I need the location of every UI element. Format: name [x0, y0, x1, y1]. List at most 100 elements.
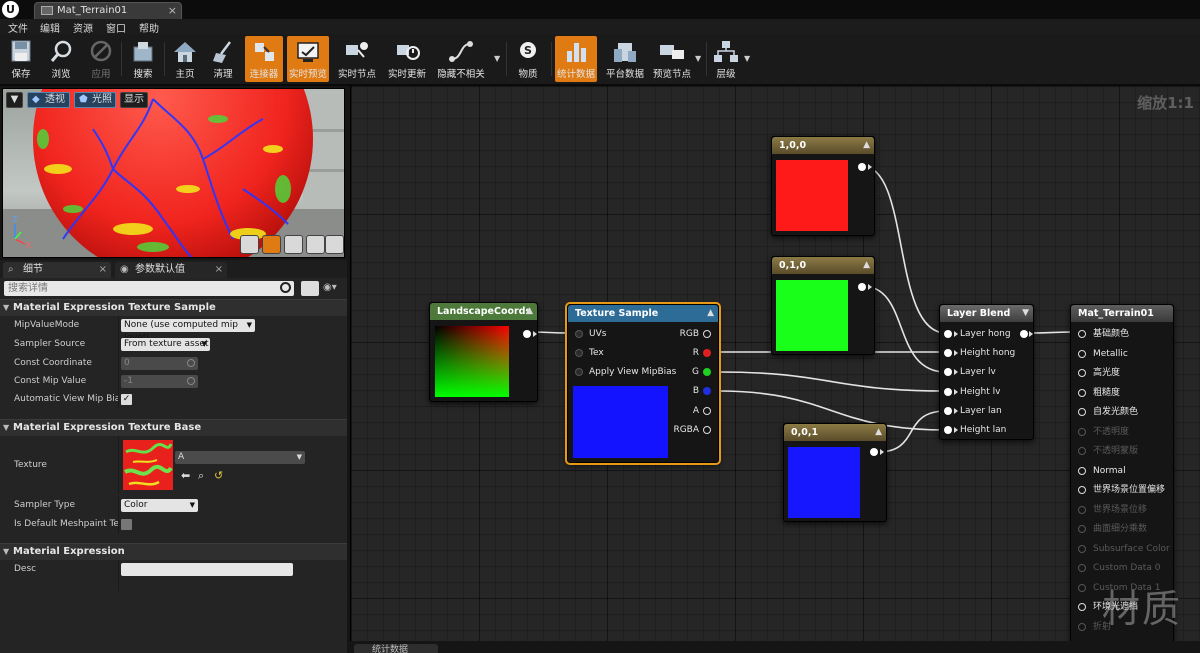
output-pin[interactable] — [870, 448, 878, 456]
apply-button[interactable]: 应用 — [84, 36, 118, 82]
menu-edit[interactable]: 编辑 — [40, 20, 60, 35]
result-input-10[interactable]: 曲面细分乘数 — [1071, 522, 1173, 536]
node-constant-green[interactable]: 0,1,0 ▲ — [771, 256, 875, 355]
texture-asset-combo[interactable]: A ▼ — [175, 451, 305, 464]
save-button[interactable]: 保存 — [4, 36, 38, 82]
stats-button[interactable]: 统计数据 — [555, 36, 597, 82]
preview-plane-icon[interactable] — [284, 235, 303, 254]
material-graph[interactable]: LandscapeCoords ▲ Texture Sample ▲ UVs Tex… — [350, 86, 1200, 641]
lit-button[interactable]: ⬟ 光照 — [74, 92, 116, 108]
input-pin[interactable] — [1078, 369, 1086, 377]
output-pin[interactable] — [703, 330, 711, 338]
hierarchy-button[interactable]: 层级 — [710, 36, 742, 82]
result-input-8[interactable]: 世界场景位置偏移 — [1071, 483, 1173, 497]
tab-details[interactable]: ⌕ 细节 × — [3, 262, 111, 278]
input-pin[interactable] — [944, 388, 952, 396]
preview-node-dropdown-icon[interactable]: ▼ — [695, 54, 701, 63]
reset-icon[interactable]: ↺ — [214, 469, 223, 482]
input-pin[interactable] — [1078, 486, 1086, 494]
default-meshpaint-checkbox[interactable] — [121, 519, 132, 530]
perspective-button[interactable]: ◆ 透视 — [27, 92, 70, 108]
platform-stats-button[interactable]: 平台数据 — [602, 36, 648, 82]
input-pin[interactable] — [1078, 466, 1086, 475]
input-pin[interactable] — [575, 368, 583, 376]
result-input-0[interactable]: 基础颜色 — [1071, 327, 1173, 341]
preview-sphere-icon[interactable] — [262, 235, 281, 254]
input-pin[interactable] — [1078, 427, 1086, 436]
result-input-12[interactable]: Custom Data 0 — [1071, 561, 1173, 575]
result-input-7[interactable]: Normal — [1071, 464, 1173, 478]
live-update-button[interactable]: 实时更新 — [384, 36, 430, 82]
layer-blend-input-layer-lan[interactable]: Layer lan — [940, 404, 1033, 418]
preview-mesh-icon[interactable] — [325, 235, 344, 254]
output-pin[interactable] — [523, 330, 531, 338]
collapse-arrow-icon[interactable]: ▲ — [875, 424, 882, 441]
desc-input[interactable] — [121, 563, 293, 576]
input-pin[interactable] — [1078, 447, 1086, 455]
input-pin[interactable] — [944, 407, 952, 415]
input-pin[interactable] — [1078, 603, 1086, 611]
result-input-2[interactable]: 高光度 — [1071, 366, 1173, 380]
home-button[interactable]: 主页 — [168, 36, 202, 82]
menu-window[interactable]: 窗口 — [106, 20, 126, 35]
tab-stats[interactable]: 统计数据 — [354, 644, 438, 653]
result-input-5[interactable]: 不透明度 — [1071, 425, 1173, 439]
result-input-11[interactable]: Subsurface Color — [1071, 542, 1173, 556]
result-input-1[interactable]: Metallic — [1071, 347, 1173, 361]
node-texture-sample[interactable]: Texture Sample ▲ UVs Tex Apply View MipBi… — [565, 302, 721, 465]
input-pin[interactable] — [1078, 330, 1086, 338]
close-icon[interactable]: × — [168, 3, 177, 19]
result-input-3[interactable]: 粗糙度 — [1071, 386, 1173, 400]
show-button[interactable]: 显示 — [120, 92, 148, 108]
result-input-4[interactable]: 自发光颜色 — [1071, 405, 1173, 419]
layer-blend-input-layer-lv[interactable]: Layer lv — [940, 365, 1033, 379]
clean-button[interactable]: 清理 — [206, 36, 240, 82]
mip-value-mode-combo[interactable]: None (use computed mip level)▼ — [121, 319, 255, 343]
input-pin[interactable] — [944, 349, 952, 357]
node-constant-blue[interactable]: 0,0,1 ▲ — [783, 423, 887, 522]
collapse-arrow-icon[interactable]: ▲ — [707, 305, 714, 322]
preview-cylinder-icon[interactable] — [240, 235, 259, 254]
hide-unrelated-button[interactable]: 隐藏不相关 — [434, 36, 488, 82]
const-mip-value-field[interactable]: -1 — [121, 375, 198, 388]
connectors-button[interactable]: 连接器 — [245, 36, 283, 82]
browse-button[interactable]: 浏览 — [43, 36, 79, 82]
sampler-type-combo[interactable]: Color ▼ — [121, 499, 198, 512]
layer-blend-input-height-lv[interactable]: Height lv — [940, 385, 1033, 399]
output-pin[interactable] — [858, 283, 866, 291]
close-icon[interactable]: × — [99, 262, 107, 277]
close-icon[interactable]: × — [215, 262, 223, 277]
section-material-expression[interactable]: ▼ Material Expression — [0, 543, 347, 560]
output-pin[interactable] — [858, 163, 866, 171]
input-pin[interactable] — [1078, 583, 1086, 592]
input-pin[interactable] — [1078, 525, 1086, 533]
collapse-arrow-icon[interactable]: ▲ — [526, 303, 533, 320]
tab-parameter-defaults[interactable]: ◉ 参数默认值 × — [115, 262, 227, 278]
output-rgb[interactable]: RGB — [658, 327, 718, 341]
output-b[interactable]: B — [658, 384, 718, 398]
node-layer-blend[interactable]: Layer Blend ▼ Layer hong Height hong Laye… — [939, 304, 1034, 440]
menu-help[interactable]: 帮助 — [139, 20, 159, 35]
auto-view-mip-bias-checkbox[interactable]: ✓ — [121, 394, 132, 405]
viewport-options-button[interactable]: ▼ — [6, 92, 23, 108]
input-pin[interactable] — [1078, 564, 1086, 572]
result-input-9[interactable]: 世界场景位移 — [1071, 503, 1173, 517]
collapse-arrow-icon[interactable]: ▲ — [863, 137, 870, 154]
input-pin[interactable] — [1078, 622, 1086, 631]
sampler-source-combo[interactable]: From texture asset ▼ — [121, 338, 210, 351]
output-r[interactable]: R — [658, 346, 718, 360]
input-pin[interactable] — [1078, 349, 1086, 358]
substance-button[interactable]: S 物质 — [512, 36, 544, 82]
layer-blend-input-height-lan[interactable]: Height lan — [940, 423, 1033, 437]
output-pin[interactable] — [703, 407, 711, 415]
output-pin[interactable] — [703, 426, 711, 434]
input-pin[interactable] — [1078, 544, 1086, 553]
preview-cube-icon[interactable] — [306, 235, 325, 254]
output-rgba[interactable]: RGBA — [658, 423, 718, 437]
collapse-arrow-icon[interactable]: ▼ — [1022, 305, 1029, 322]
preview-viewport[interactable]: Z X ▼ ◆ 透视 ⬟ 光照 显示 — [2, 88, 345, 258]
input-pin[interactable] — [1078, 388, 1086, 397]
layer-blend-row-0[interactable]: Layer hong — [940, 327, 1033, 341]
view-options-icon[interactable] — [301, 281, 319, 296]
details-search-input[interactable]: 搜索详情 — [4, 281, 294, 296]
